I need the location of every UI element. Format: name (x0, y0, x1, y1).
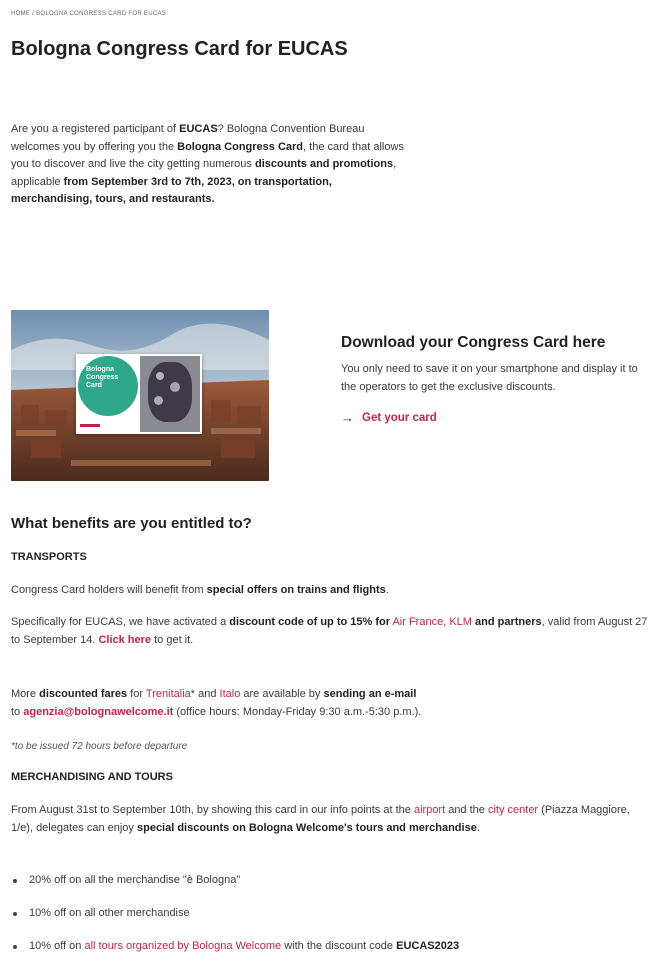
benefits-heading: What benefits are you entitled to? (11, 515, 252, 532)
card-line-3: Card (86, 382, 102, 389)
list-item: 10% off on all tours organized by Bologn… (11, 938, 459, 971)
statue-image (140, 356, 200, 432)
bullet-icon (13, 945, 17, 949)
agency-email-link[interactable]: agenzia@bolognawelcome.it (23, 706, 173, 718)
bullet-icon (13, 879, 17, 883)
congress-card-graphic: Bologna Congress Card (76, 354, 202, 434)
get-your-card-label: Get your card (362, 411, 437, 424)
merchandising-heading: MERCHANDISING AND TOURS (11, 771, 173, 783)
city-center-link[interactable]: city center (488, 804, 538, 816)
all-tours-link[interactable]: all tours organized by Bologna Welcome (84, 940, 281, 952)
download-text: You only need to save it on your smartph… (341, 363, 638, 393)
air-france-link[interactable]: Air France (392, 616, 443, 628)
download-section: Download your Congress Card here You onl… (341, 334, 646, 427)
klm-link[interactable]: KLM (449, 616, 472, 628)
card-line-2: Congress (86, 374, 119, 381)
click-here-link[interactable]: Click here (98, 634, 151, 646)
breadcrumb[interactable]: HOME / BOLOGNA CONGRESS CARD FOR EUCAS (11, 11, 166, 17)
download-heading: Download your Congress Card here (341, 334, 606, 351)
get-your-card-link[interactable]: → Get your card (341, 410, 437, 425)
transports-note: *to be issued 72 hours before departure (11, 741, 188, 752)
page-title: Bologna Congress Card for EUCAS (11, 38, 348, 60)
arrow-right-icon: → (341, 410, 354, 425)
transports-paragraph-1: Congress Card holders will benefit from … (11, 584, 389, 596)
list-item: 20% off on all the merchandise "è Bologn… (11, 872, 459, 905)
merchandising-paragraph: From August 31st to September 10th, by s… (11, 804, 630, 834)
discount-list: 20% off on all the merchandise "è Bologn… (11, 872, 459, 971)
transports-paragraph-2: Specifically for EUCAS, we have activate… (11, 616, 648, 646)
airport-link[interactable]: airport (414, 804, 445, 816)
italo-link[interactable]: Italo (220, 688, 241, 700)
intro-paragraph: Are you a registered participant of EUCA… (11, 123, 404, 205)
transports-heading: TRANSPORTS (11, 551, 87, 563)
card-line-1: Bologna (86, 366, 114, 373)
bologna-card-photo: Bologna Congress Card (11, 310, 269, 481)
trenitalia-link[interactable]: Trenitalia (146, 688, 191, 700)
list-item: 10% off on all other merchandise (11, 905, 459, 938)
transports-paragraph-3: More discounted fares for Trenitalia* an… (11, 688, 422, 718)
bullet-icon (13, 912, 17, 916)
